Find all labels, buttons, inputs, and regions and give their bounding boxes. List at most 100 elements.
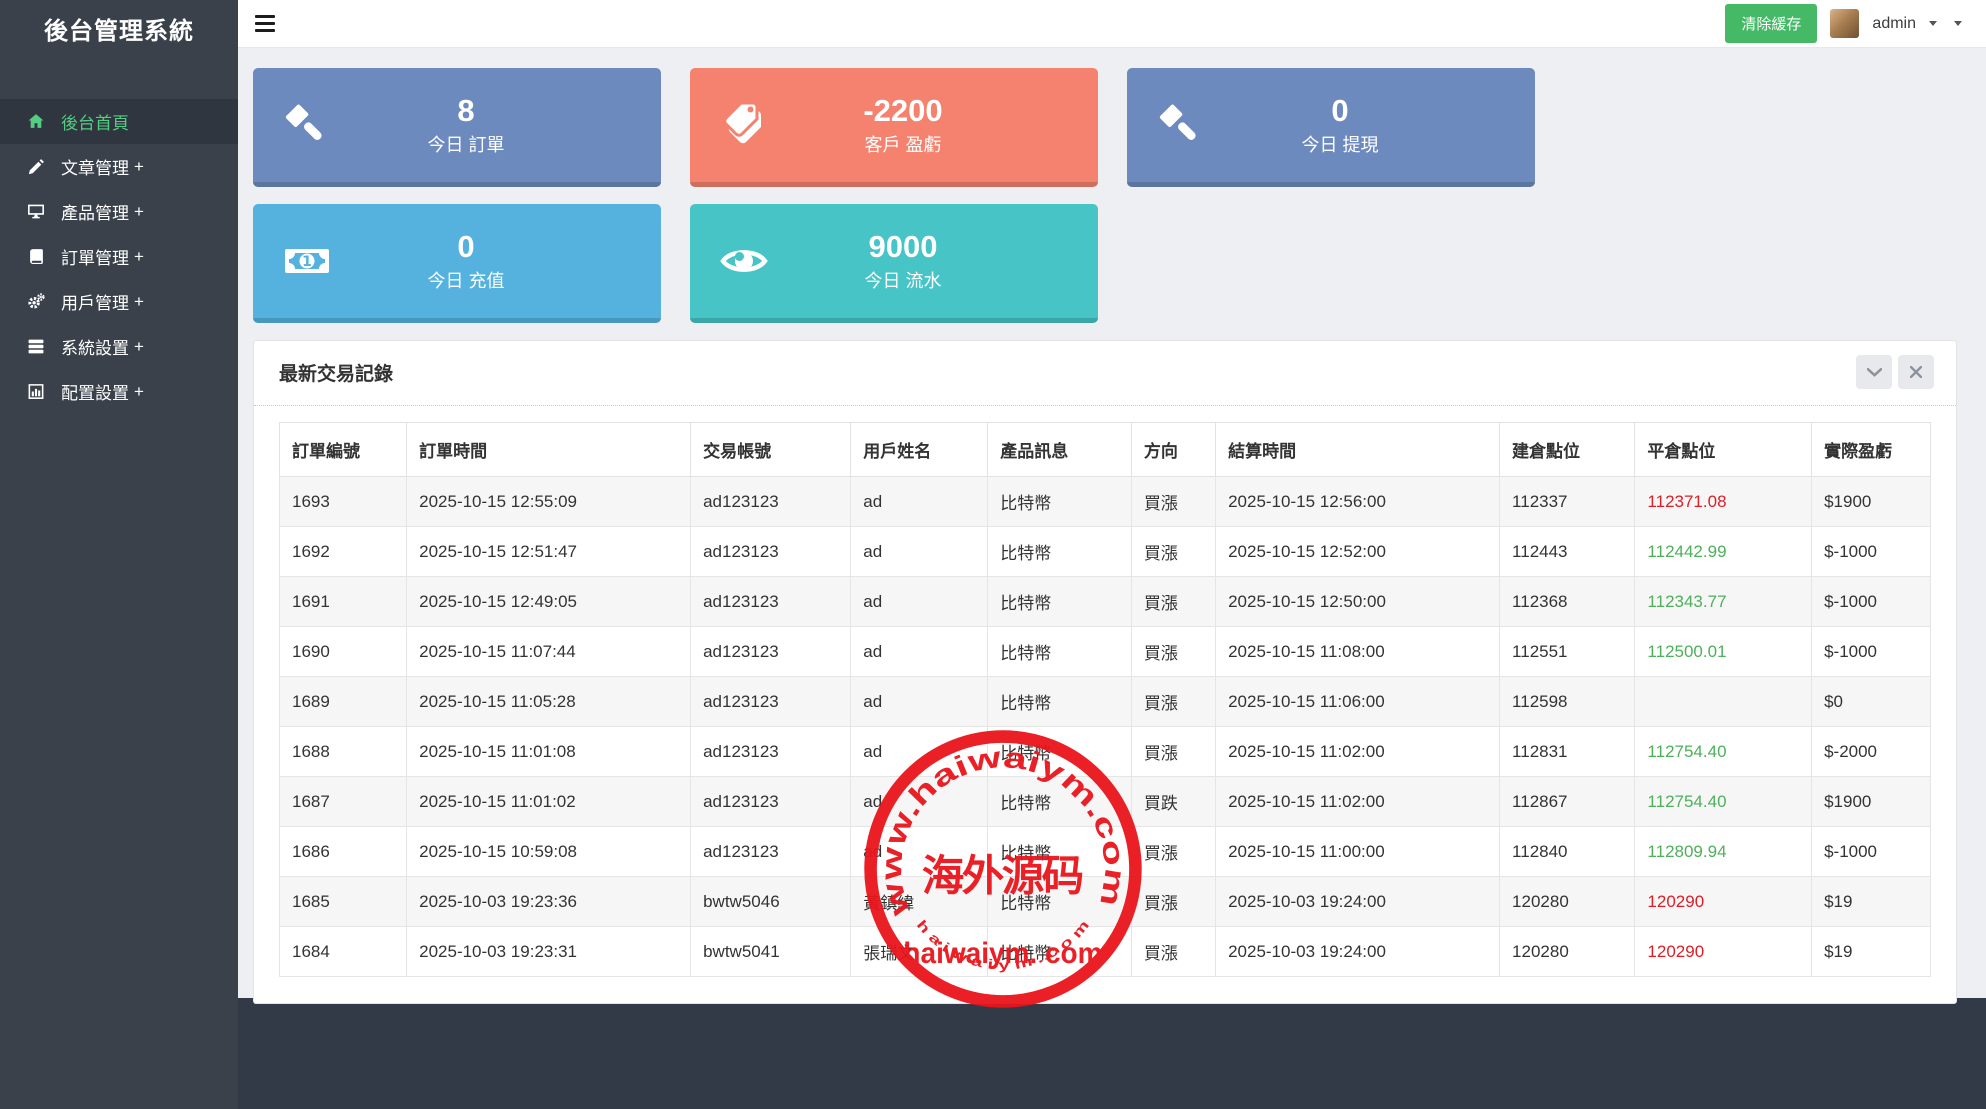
cell-open: 112598 xyxy=(1500,677,1635,727)
cell-profit: $1900 xyxy=(1812,777,1931,827)
panel-tools xyxy=(1856,355,1934,389)
cell-name: ad xyxy=(851,727,988,777)
svg-text:1: 1 xyxy=(302,254,312,270)
desktop-icon xyxy=(25,203,47,220)
sidebar-item-system[interactable]: 系統設置+ xyxy=(0,324,238,369)
sidebar-item-label: 產品管理 xyxy=(61,199,129,224)
navbar-dropdown-caret-icon[interactable] xyxy=(1954,21,1962,26)
sidebar-item-home[interactable]: 後台首頁 xyxy=(0,99,238,144)
sidebar: 後台管理系統 後台首頁文章管理+產品管理+訂單管理+用戶管理+系統設置+配置設置… xyxy=(0,0,238,1109)
cell-product: 比特幣 xyxy=(988,877,1132,927)
sidebar-item-label: 系統設置 xyxy=(61,334,129,359)
card-value: -2200 xyxy=(768,93,1038,129)
main-area: 清除緩存 admin 8今日 訂單 -2200客戶 盈虧 0今日 提現 1 0今日 充值… xyxy=(238,0,1986,1109)
cell-profit: $-1000 xyxy=(1812,577,1931,627)
table-row: 16912025-10-15 12:49:05ad123123ad比特幣買漲20… xyxy=(280,577,1931,627)
cell-account: bwtw5046 xyxy=(691,877,851,927)
card-value: 0 xyxy=(331,229,601,265)
column-header: 交易帳號 xyxy=(691,423,851,477)
cell-account: bwtw5041 xyxy=(691,927,851,977)
cell-open: 120280 xyxy=(1500,877,1635,927)
card-text: 9000今日 流水 xyxy=(768,229,1038,294)
cards-row: 1 0今日 充值 9000今日 流水 xyxy=(253,204,1958,323)
expand-plus-indicator: + xyxy=(134,202,144,222)
table-row: 16852025-10-03 19:23:36bwtw5046黃鎮緯比特幣買漲2… xyxy=(280,877,1931,927)
cell-product: 比特幣 xyxy=(988,927,1132,977)
user-avatar[interactable] xyxy=(1830,9,1859,38)
cell-account: ad123123 xyxy=(691,677,851,727)
close-panel-button[interactable] xyxy=(1898,355,1934,389)
column-header: 實際盈虧 xyxy=(1812,423,1931,477)
cell-time: 2025-10-15 12:55:09 xyxy=(407,477,691,527)
column-header: 訂單編號 xyxy=(280,423,407,477)
sidebar-item-products[interactable]: 產品管理+ xyxy=(0,189,238,234)
sidebar-item-config[interactable]: 配置設置+ xyxy=(0,369,238,414)
cell-close: 112343.77 xyxy=(1635,577,1812,627)
cell-open: 112368 xyxy=(1500,577,1635,627)
cell-product: 比特幣 xyxy=(988,727,1132,777)
card-text: 0今日 提現 xyxy=(1205,93,1475,158)
cell-close: 112442.99 xyxy=(1635,527,1812,577)
sidebar-item-users[interactable]: 用戶管理+ xyxy=(0,279,238,324)
cell-close: 112754.40 xyxy=(1635,777,1812,827)
cell-profit: $1900 xyxy=(1812,477,1931,527)
cell-profit: $-1000 xyxy=(1812,827,1931,877)
card-label: 客戶 盈虧 xyxy=(768,131,1038,157)
cell-time: 2025-10-15 11:05:28 xyxy=(407,677,691,727)
cell-time: 2025-10-15 11:01:02 xyxy=(407,777,691,827)
cell-settle-time: 2025-10-15 11:02:00 xyxy=(1216,777,1500,827)
cell-time: 2025-10-15 10:59:08 xyxy=(407,827,691,877)
cell-settle-time: 2025-10-15 11:06:00 xyxy=(1216,677,1500,727)
sidebar-menu: 後台首頁文章管理+產品管理+訂單管理+用戶管理+系統設置+配置設置+ xyxy=(0,99,238,414)
user-dropdown-caret-icon[interactable] xyxy=(1929,21,1937,26)
hamburger-menu-icon[interactable] xyxy=(238,0,292,47)
cell-account: ad123123 xyxy=(691,827,851,877)
top-navbar: 清除緩存 admin xyxy=(238,0,1986,48)
cell-close: 120290 xyxy=(1635,927,1812,977)
cell-id: 1692 xyxy=(280,527,407,577)
stat-card-today-withdraw: 0今日 提現 xyxy=(1127,68,1535,187)
cell-profit: $-2000 xyxy=(1812,727,1931,777)
cell-id: 1684 xyxy=(280,927,407,977)
cell-direction: 買漲 xyxy=(1131,527,1215,577)
cell-account: ad123123 xyxy=(691,777,851,827)
card-text: 8今日 訂單 xyxy=(331,93,601,158)
gavel-icon xyxy=(283,101,331,149)
sidebar-item-articles[interactable]: 文章管理+ xyxy=(0,144,238,189)
app-title: 後台管理系統 xyxy=(0,0,238,57)
cell-settle-time: 2025-10-03 19:24:00 xyxy=(1216,927,1500,977)
cell-direction: 買漲 xyxy=(1131,827,1215,877)
cell-id: 1693 xyxy=(280,477,407,527)
cell-time: 2025-10-15 11:07:44 xyxy=(407,627,691,677)
cell-name: 張瑞文 xyxy=(851,927,988,977)
collapse-panel-button[interactable] xyxy=(1856,355,1892,389)
panel-title: 最新交易記錄 xyxy=(279,359,393,386)
card-label: 今日 充值 xyxy=(331,267,601,293)
cell-name: 黃鎮緯 xyxy=(851,877,988,927)
cell-close xyxy=(1635,677,1812,727)
book-icon xyxy=(25,248,47,265)
sidebar-item-orders[interactable]: 訂單管理+ xyxy=(0,234,238,279)
card-text: 0今日 充值 xyxy=(331,229,601,294)
column-header: 訂單時間 xyxy=(407,423,691,477)
cell-account: ad123123 xyxy=(691,577,851,627)
card-value: 8 xyxy=(331,93,601,129)
gears-icon xyxy=(25,293,47,310)
expand-plus-indicator: + xyxy=(134,247,144,267)
column-header: 產品訊息 xyxy=(988,423,1132,477)
panel-body: 訂單編號訂單時間交易帳號用戶姓名產品訊息方向結算時間建倉點位平倉點位實際盈虧 1… xyxy=(254,406,1956,1003)
card-label: 今日 訂單 xyxy=(331,131,601,157)
sidebar-item-label: 配置設置 xyxy=(61,379,129,404)
username-label: admin xyxy=(1872,15,1916,33)
dashboard-content: 8今日 訂單 -2200客戶 盈虧 0今日 提現 1 0今日 充值 9000今日 流水 最… xyxy=(238,48,1986,998)
cell-direction: 買漲 xyxy=(1131,627,1215,677)
cell-id: 1689 xyxy=(280,677,407,727)
cell-settle-time: 2025-10-15 12:52:00 xyxy=(1216,527,1500,577)
cell-settle-time: 2025-10-15 11:02:00 xyxy=(1216,727,1500,777)
cell-product: 比特幣 xyxy=(988,627,1132,677)
sidebar-item-label: 用戶管理 xyxy=(61,289,129,314)
stat-card-today-flow: 9000今日 流水 xyxy=(690,204,1098,323)
clear-cache-button[interactable]: 清除緩存 xyxy=(1725,4,1817,43)
close-icon xyxy=(1910,366,1922,378)
cell-product: 比特幣 xyxy=(988,677,1132,727)
